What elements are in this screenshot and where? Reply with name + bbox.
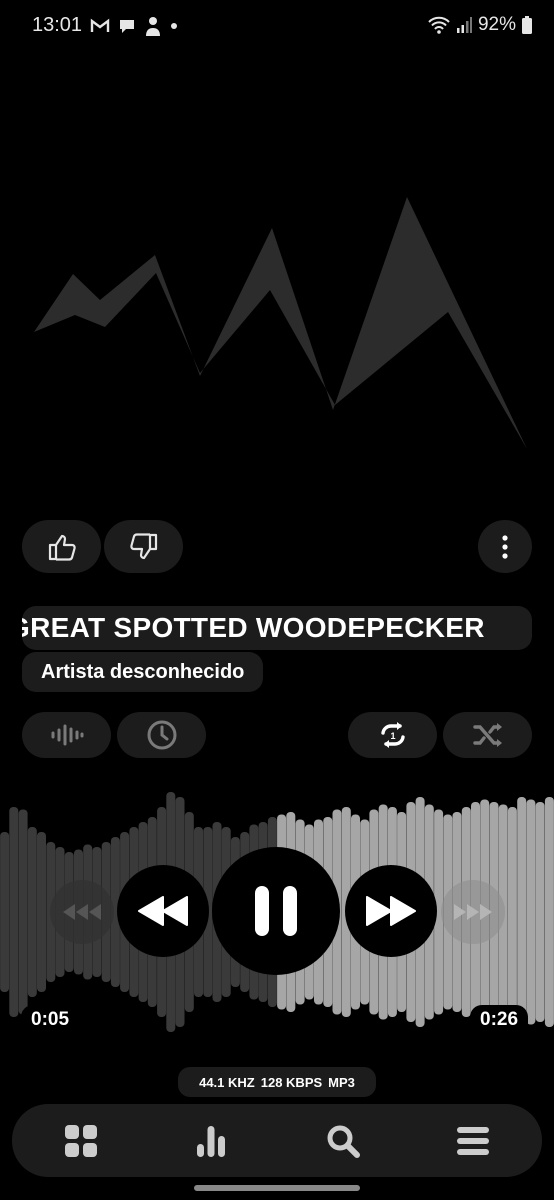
waveform-bar (544, 797, 554, 1027)
battery-icon (522, 16, 532, 34)
more-options-button[interactable] (478, 520, 532, 573)
pause-icon (255, 886, 297, 936)
signal-icon (456, 17, 472, 33)
nav-menu[interactable] (448, 1118, 498, 1163)
waveform-icon (51, 724, 83, 746)
clock-icon (147, 720, 176, 750)
wifi-icon (428, 16, 450, 34)
fast-forward-icon (366, 896, 416, 926)
album-artwork (34, 197, 527, 449)
waveform-bar (18, 809, 28, 1015)
track-title: GREAT SPOTTED WOODEPECKER (22, 612, 485, 643)
total-duration: 0:26 (470, 1005, 529, 1035)
more-vert-icon (502, 534, 508, 559)
bars-icon (197, 1125, 225, 1157)
rewind-button[interactable] (117, 865, 209, 957)
waveform-bar (9, 807, 19, 1017)
sleep-timer-button[interactable] (117, 712, 206, 758)
waveform-bar (526, 799, 536, 1025)
visualizer-button[interactable] (22, 712, 111, 758)
nav-library[interactable] (56, 1118, 106, 1163)
gmail-icon (90, 18, 110, 32)
skip-back-button[interactable] (50, 880, 114, 944)
svg-text:1: 1 (390, 731, 395, 741)
status-bar: 13:01 92% (0, 0, 554, 56)
waveform-bar (535, 802, 545, 1022)
waveform-bar (27, 827, 37, 997)
like-button[interactable] (22, 520, 101, 573)
battery-percent: 92% (477, 14, 516, 35)
track-title-container: GREAT SPOTTED WOODEPECKER (22, 606, 532, 650)
waveform-bar (37, 832, 46, 992)
skip-forward-icon (454, 904, 492, 920)
bitrate: 128 KBPS (260, 1074, 323, 1090)
skip-forward-button[interactable] (441, 880, 505, 944)
dislike-button[interactable] (104, 520, 183, 573)
waveform-bar (517, 797, 527, 1027)
fast-forward-button[interactable] (345, 865, 437, 957)
shuffle-icon (472, 723, 502, 747)
dot-icon (171, 23, 177, 29)
skip-back-icon (63, 904, 101, 920)
file-format: MP3 (328, 1074, 355, 1090)
thumbs-up-icon (48, 534, 76, 561)
grid-icon (65, 1124, 97, 1157)
chat-icon (120, 20, 134, 33)
elapsed-time: 0:05 (21, 1005, 80, 1035)
status-right: 92% (428, 14, 532, 36)
repeat-button[interactable]: 1 (348, 712, 437, 758)
waveform-bar (0, 832, 10, 992)
nav-now-playing[interactable] (186, 1118, 236, 1163)
bottom-navigation (12, 1104, 542, 1177)
shuffle-button[interactable] (443, 712, 532, 758)
person-icon (146, 17, 160, 36)
rewind-icon (138, 896, 188, 926)
track-artist[interactable]: Artista desconhecido (22, 652, 264, 692)
thumbs-down-icon (129, 532, 157, 559)
sample-rate: 44.1 KHZ (199, 1074, 255, 1090)
status-time: 13:01 (32, 14, 83, 36)
menu-icon (457, 1126, 489, 1155)
search-icon (327, 1125, 360, 1158)
audio-info-badge: 44.1 KHZ 128 KBPS MP3 (178, 1067, 376, 1097)
play-pause-button[interactable] (212, 847, 340, 975)
nav-search[interactable] (318, 1118, 368, 1163)
repeat-one-icon: 1 (380, 722, 405, 748)
waveform-bar (507, 807, 517, 1017)
notification-icons (90, 16, 178, 36)
home-indicator (194, 1185, 360, 1191)
